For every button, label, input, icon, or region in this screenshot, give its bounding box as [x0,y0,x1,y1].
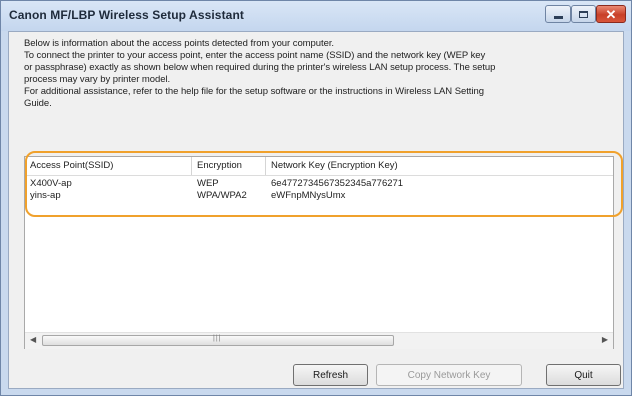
title-bar[interactable]: Canon MF/LBP Wireless Setup Assistant ✕ [1,1,631,31]
instructions-text: Below is information about the access po… [24,38,616,110]
horizontal-scrollbar[interactable]: ◀ ||| ▶ [25,332,613,349]
instructions-line: For additional assistance, refer to the … [24,86,484,97]
instructions-line: or passphrase) exactly as shown below wh… [24,62,496,73]
cell-network-key: 6e4772734567352345a776271 [271,178,404,189]
minimize-icon [553,15,563,19]
cell-encryption: WPA/WPA2 [197,190,247,201]
column-header-ssid[interactable]: Access Point(SSID) [25,157,192,175]
list-header: Access Point(SSID) Encryption Network Ke… [25,157,613,176]
quit-button[interactable]: Quit [546,364,621,386]
maximize-button[interactable] [571,5,596,23]
scroll-left-arrow-icon[interactable]: ◀ [30,335,36,344]
maximize-icon [579,10,588,18]
scroll-right-arrow-icon[interactable]: ▶ [602,335,608,344]
column-header-encryption[interactable]: Encryption [192,157,266,175]
instructions-line: Guide. [24,98,52,109]
instructions-line: To connect the printer to your access po… [24,50,486,61]
copy-network-key-button[interactable]: Copy Network Key [376,364,522,386]
instructions-line: Below is information about the access po… [24,38,335,49]
table-row[interactable]: X400V-ap WEP 6e4772734567352345a776271 [25,178,613,190]
access-point-list[interactable]: Access Point(SSID) Encryption Network Ke… [24,156,614,349]
cell-ssid: X400V-ap [30,178,72,189]
close-button[interactable]: ✕ [596,5,626,23]
grip-icon: ||| [213,335,222,342]
column-header-network-key[interactable]: Network Key (Encryption Key) [266,157,613,175]
window-title: Canon MF/LBP Wireless Setup Assistant [9,8,244,22]
refresh-button[interactable]: Refresh [293,364,368,386]
minimize-button[interactable] [545,5,571,23]
close-icon: ✕ [605,6,617,22]
scrollbar-thumb[interactable]: ||| [42,335,394,346]
instructions-line: process may vary by printer model. [24,74,171,85]
cell-encryption: WEP [197,178,219,189]
cell-ssid: yins-ap [30,190,61,201]
table-row[interactable]: yins-ap WPA/WPA2 eWFnpMNysUmx [25,190,613,202]
cell-network-key: eWFnpMNysUmx [271,190,346,201]
